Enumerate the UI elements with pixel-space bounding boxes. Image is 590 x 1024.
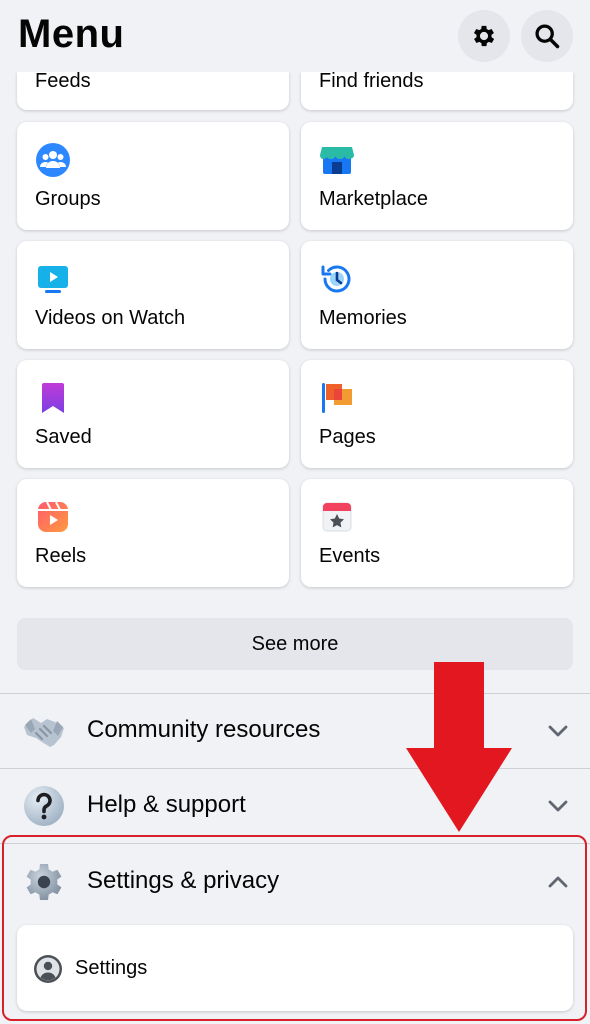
saved-icon	[42, 383, 64, 413]
chevron-down-icon	[548, 725, 568, 737]
settings-button[interactable]	[458, 10, 510, 62]
shortcut-label: Groups	[35, 188, 101, 210]
shortcut-pages[interactable]: Pages	[301, 360, 573, 468]
search-icon	[535, 24, 560, 49]
memories-icon	[321, 265, 351, 293]
shortcut-label: Pages	[319, 426, 376, 448]
gear-icon	[26, 864, 62, 900]
section-label: Community resources	[87, 716, 321, 743]
shortcut-groups[interactable]: Groups	[17, 122, 289, 230]
shortcut-events[interactable]: Events	[301, 479, 573, 587]
section-label: Help & support	[87, 791, 246, 818]
shortcut-label: Memories	[319, 307, 407, 329]
search-button[interactable]	[521, 10, 573, 62]
shortcut-label: Saved	[35, 426, 92, 448]
section-label: Settings & privacy	[87, 867, 280, 894]
shortcut-label: Videos on Watch	[35, 307, 186, 329]
settings-item[interactable]: Settings	[17, 925, 573, 1011]
see-more-label: See more	[251, 632, 339, 655]
groups-icon	[36, 143, 70, 177]
section-settings-privacy[interactable]: Settings & privacy	[0, 845, 590, 919]
watch-icon	[38, 266, 68, 293]
handshake-icon	[24, 718, 64, 747]
chevron-up-icon	[548, 876, 568, 888]
question-icon	[24, 786, 64, 826]
chevron-down-icon	[548, 800, 568, 812]
pages-icon	[322, 383, 352, 413]
shortcut-label: Reels	[35, 545, 87, 567]
shortcut-label: Find friends	[319, 70, 424, 92]
shortcut-label: Events	[319, 545, 381, 567]
shortcut-videos-on-watch[interactable]: Videos on Watch	[17, 241, 289, 349]
settings-item-label: Settings	[75, 957, 148, 979]
gear-icon	[473, 25, 495, 47]
shortcut-memories[interactable]: Memories	[301, 241, 573, 349]
profile-icon	[34, 955, 62, 983]
menu-header: Menu	[0, 0, 590, 72]
shortcut-saved[interactable]: Saved	[17, 360, 289, 468]
shortcut-marketplace[interactable]: Marketplace	[301, 122, 573, 230]
shortcut-label: Marketplace	[319, 188, 428, 210]
shortcut-reels[interactable]: Reels	[17, 479, 289, 587]
divider	[0, 843, 590, 844]
page-title: Menu	[18, 12, 125, 56]
marketplace-icon	[320, 147, 354, 174]
reels-icon	[38, 501, 68, 532]
shortcut-feeds[interactable]: Feeds	[17, 70, 289, 110]
shortcut-find-friends[interactable]: Find friends	[301, 70, 573, 110]
shortcut-label: Feeds	[35, 70, 91, 92]
annotation-arrow-down-icon	[406, 662, 512, 832]
events-icon	[322, 502, 352, 532]
